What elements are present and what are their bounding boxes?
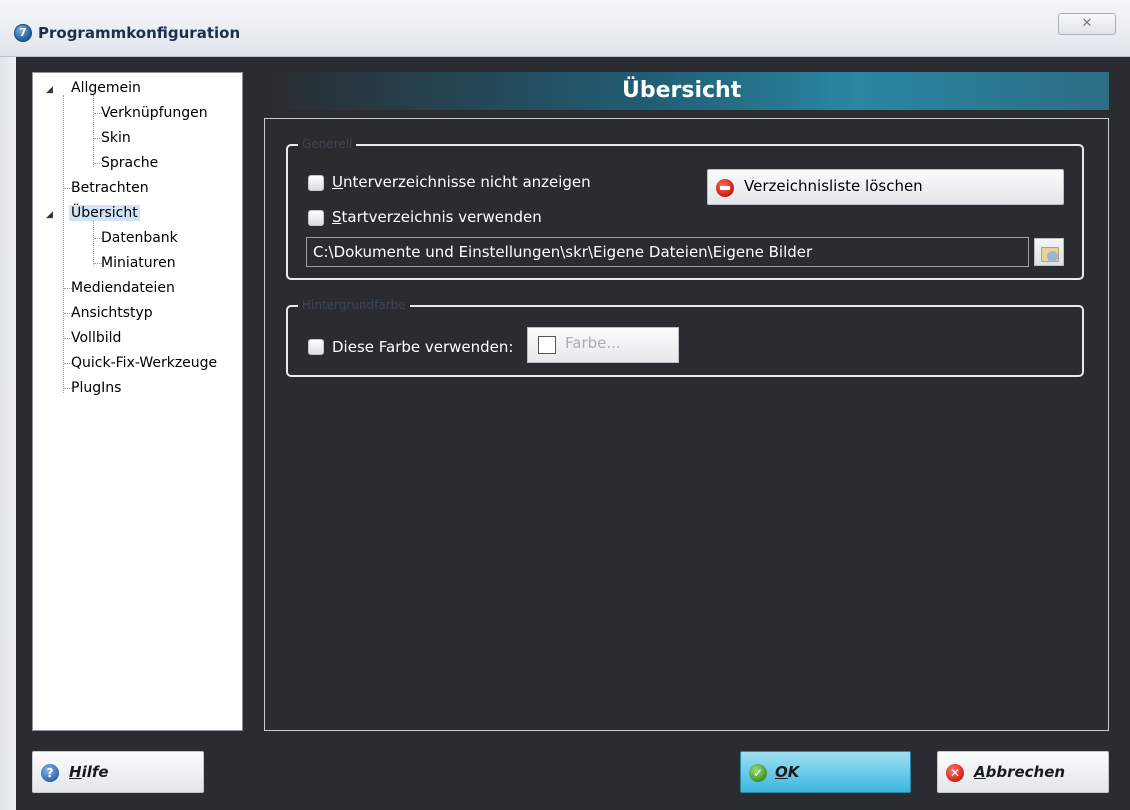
settings-content: Generell Unterverzeichnisse nicht anzeig…	[264, 118, 1109, 731]
browse-folder-button[interactable]	[1034, 238, 1064, 266]
tree-item-label: Ansichtstyp	[71, 305, 153, 321]
tree-item-verknuepfungen[interactable]: Verknüpfungen	[99, 102, 210, 124]
tree-item-label: Allgemein	[71, 80, 141, 96]
tree-connector	[93, 95, 94, 167]
page-title: Übersicht	[622, 78, 742, 103]
window-title: Programmkonfiguration	[38, 24, 241, 42]
tree-item-mediendateien[interactable]: Mediendateien	[69, 277, 177, 299]
no-entry-icon	[716, 179, 734, 197]
use-start-dir-checkbox[interactable]	[308, 210, 324, 226]
tree-item-plugins[interactable]: PlugIns	[69, 377, 123, 399]
tree-item-label: Mediendateien	[71, 280, 175, 296]
cancel-button-label: Abbrechen	[974, 763, 1066, 781]
tree-item-allgemein[interactable]: Allgemein	[69, 77, 143, 99]
tree-item-ansichtstyp[interactable]: Ansichtstyp	[69, 302, 155, 324]
tree-item-label: PlugIns	[71, 380, 122, 396]
cancel-button[interactable]: ✕ Abbrechen	[937, 751, 1109, 793]
tree-item-betrachten[interactable]: Betrachten	[69, 177, 151, 199]
ok-button-label: OK	[775, 763, 800, 781]
help-button-label: Hilfe	[69, 763, 109, 781]
window-frame-left	[0, 57, 16, 810]
tree-item-label: Datenbank	[101, 230, 178, 246]
clear-directory-list-button[interactable]: Verzeichnisliste löschen	[707, 169, 1064, 205]
title-bar: 7 Programmkonfiguration ✕	[0, 0, 1130, 57]
tree-item-label: Quick-Fix-Werkzeuge	[71, 355, 218, 371]
close-icon: ✕	[1081, 16, 1093, 31]
tree-item-skin[interactable]: Skin	[99, 127, 133, 149]
page-header: Übersicht	[264, 72, 1109, 110]
tree-connector	[93, 220, 94, 266]
tree-item-label: Miniaturen	[101, 255, 176, 271]
tree-item-label: Übersicht	[69, 205, 140, 221]
tree-item-label: Betrachten	[71, 180, 149, 196]
help-button[interactable]: ? Hilfe	[32, 751, 204, 793]
tree-item-sprache[interactable]: Sprache	[99, 152, 160, 174]
tree-connector	[63, 95, 64, 393]
clear-directory-list-label: Verzeichnisliste löschen	[744, 177, 923, 195]
tree-expand-icon[interactable]: ◢	[46, 204, 56, 226]
color-picker-button[interactable]: Farbe...	[527, 327, 679, 363]
group-background-legend: Hintergrundfarbe	[298, 297, 410, 313]
hide-subdirs-checkbox[interactable]	[308, 175, 324, 191]
tree-expand-icon[interactable]: ◢	[46, 79, 56, 101]
tree-item-datenbank[interactable]: Datenbank	[99, 227, 180, 249]
start-directory-value: C:\Dokumente und Einstellungen\skr\Eigen…	[313, 243, 813, 261]
use-start-dir-label[interactable]: Startverzeichnis verwenden	[332, 207, 542, 227]
tree-item-quick-fix[interactable]: Quick-Fix-Werkzeuge	[69, 352, 219, 374]
app-icon: 7	[14, 24, 32, 42]
ok-button[interactable]: ✓ OK	[740, 751, 911, 793]
cancel-icon: ✕	[946, 764, 964, 782]
start-directory-field[interactable]: C:\Dokumente und Einstellungen\skr\Eigen…	[306, 237, 1029, 267]
tree-item-label: Vollbild	[71, 330, 122, 346]
tree-item-label: Sprache	[101, 155, 159, 171]
help-icon: ?	[41, 764, 59, 782]
checkmark-icon: ✓	[749, 764, 767, 782]
tree-item-miniaturen[interactable]: Miniaturen	[99, 252, 178, 274]
color-picker-label: Farbe...	[565, 334, 621, 352]
hide-subdirs-label[interactable]: Unterverzeichnisse nicht anzeigen	[332, 172, 591, 192]
group-background-color: Hintergrundfarbe Diese Farbe verwenden: …	[286, 297, 1084, 377]
group-general-legend: Generell	[298, 136, 357, 152]
use-color-checkbox[interactable]	[308, 339, 324, 355]
tree-item-label: Verknüpfungen	[101, 105, 208, 121]
tree-item-label: Skin	[101, 130, 131, 146]
close-button[interactable]: ✕	[1058, 13, 1116, 35]
group-general: Generell Unterverzeichnisse nicht anzeig…	[286, 136, 1084, 280]
tree-item-vollbild[interactable]: Vollbild	[69, 327, 123, 349]
settings-tree[interactable]: ◢ Allgemein Verknüpfungen Skin Sprache B…	[32, 72, 243, 731]
color-swatch	[538, 336, 556, 354]
use-color-label[interactable]: Diese Farbe verwenden:	[332, 337, 513, 357]
tree-item-uebersicht[interactable]: Übersicht	[69, 202, 140, 224]
